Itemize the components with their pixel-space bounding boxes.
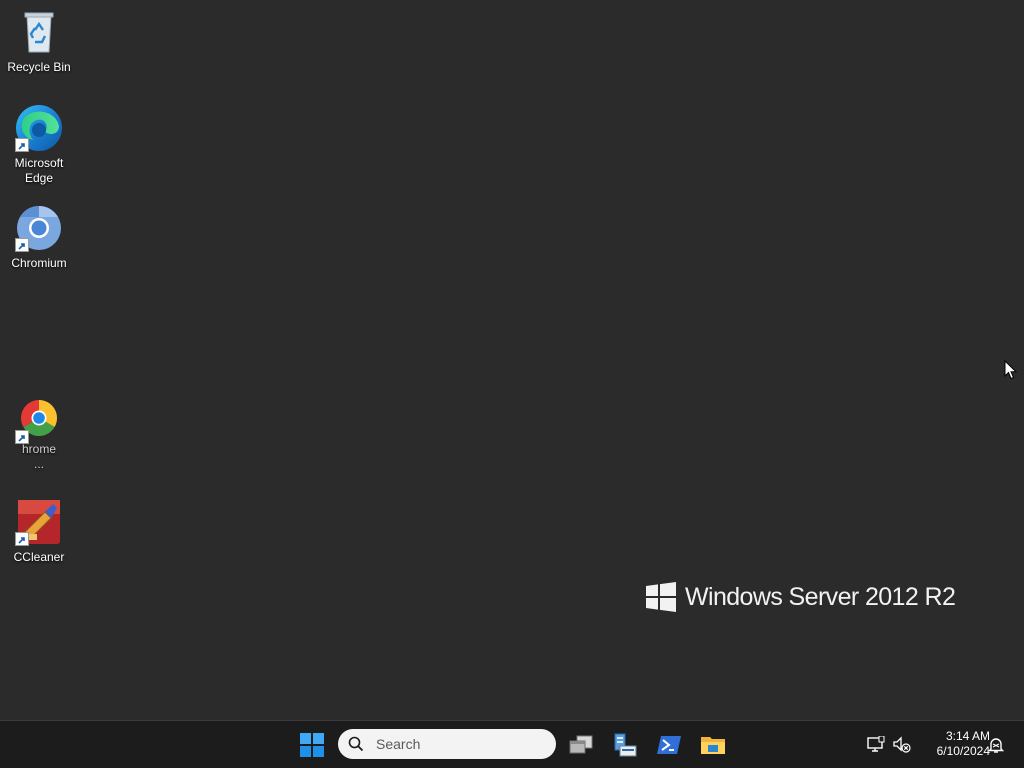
taskbar: 3:14 AM 6/10/2024: [0, 720, 1024, 768]
powershell-icon: [657, 736, 681, 754]
chrome-icon: [15, 398, 63, 444]
server-manager-button[interactable]: [607, 727, 643, 763]
start-button[interactable]: [294, 727, 330, 763]
windows-start-icon: [300, 733, 324, 757]
shortcut-arrow-icon: [15, 238, 29, 252]
file-explorer-button[interactable]: [695, 727, 731, 763]
desktop-icon-label: CCleaner: [13, 550, 65, 564]
windows-logo-icon: [646, 582, 676, 612]
desktop[interactable]: Recycle Bin Microsoft Edge Chromium hrom…: [0, 0, 1024, 720]
powershell-button[interactable]: [651, 727, 687, 763]
desktop-icon-chrome[interactable]: hrome ...: [2, 398, 76, 472]
shortcut-arrow-icon: [15, 430, 29, 444]
task-view-icon: [569, 735, 593, 754]
clock-time: 3:14 AM: [945, 729, 990, 743]
taskbar-search-box[interactable]: [338, 729, 556, 759]
volume-muted-icon: [893, 736, 911, 753]
desktop-icon-label: Microsoft Edge: [14, 156, 64, 185]
volume-tray-button[interactable]: [892, 735, 912, 755]
notification-icon: [987, 738, 1005, 753]
ccleaner-icon: [15, 498, 63, 546]
clock-date: 6/10/2024: [936, 744, 990, 758]
shortcut-arrow-icon: [15, 138, 29, 152]
desktop-icon-label: Recycle Bin: [7, 60, 71, 74]
mouse-cursor-icon: [1004, 359, 1018, 385]
desktop-icon-ccleaner[interactable]: CCleaner: [2, 498, 76, 565]
chromium-icon: [15, 204, 63, 252]
desktop-icon-microsoft-edge[interactable]: Microsoft Edge: [2, 104, 76, 186]
edge-icon: [15, 104, 63, 152]
network-icon: [867, 736, 885, 752]
shortcut-arrow-icon: [15, 532, 29, 546]
watermark-text: Windows Server 2012 R2: [685, 582, 956, 611]
desktop-icon-label: hrome ...: [21, 442, 56, 471]
desktop-icon-label: Chromium: [11, 256, 67, 270]
windows-server-watermark: Windows Server 2012 R2: [646, 582, 956, 612]
desktop-icon-chromium[interactable]: Chromium: [2, 204, 76, 271]
search-input[interactable]: [374, 735, 548, 753]
taskbar-clock[interactable]: 3:14 AM 6/10/2024: [918, 729, 990, 759]
network-tray-button[interactable]: [866, 735, 886, 755]
recycle-bin-icon: [15, 8, 63, 56]
desktop-icon-recycle-bin[interactable]: Recycle Bin: [2, 8, 76, 75]
task-view-button[interactable]: [563, 727, 599, 763]
file-explorer-icon: [701, 737, 725, 754]
notification-button[interactable]: [986, 735, 1006, 755]
search-icon: [348, 736, 364, 752]
server-manager-icon: [614, 733, 637, 757]
